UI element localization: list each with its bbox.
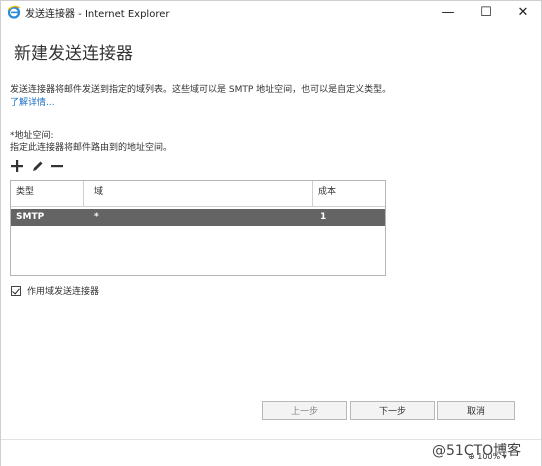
watermark: @51CTO博客: [432, 443, 522, 459]
edit-button[interactable]: [30, 159, 44, 173]
column-header-cost[interactable]: 成本: [313, 181, 385, 206]
window-title: 发送连接器 - Internet Explorer: [25, 9, 170, 20]
address-space-toolbar: [10, 157, 64, 175]
scoped-connector-label: 作用域发送连接器: [27, 287, 100, 297]
address-space-table: 类型 域 成本 SMTP * 1: [10, 180, 386, 276]
minimize-icon: —: [441, 4, 455, 20]
minimize-button[interactable]: —: [431, 1, 465, 23]
maximize-icon: ☐: [480, 4, 492, 20]
previous-button[interactable]: 上一步: [262, 401, 347, 420]
cell-domain: *: [94, 212, 99, 222]
page-title: 新建发送连接器: [14, 44, 133, 64]
remove-icon: [51, 165, 63, 168]
description: 发送连接器将邮件发送到指定的域列表。这些域可以是 SMTP 地址空间，也可以是自…: [10, 84, 395, 110]
remove-button[interactable]: [50, 159, 64, 173]
internet-explorer-icon: [7, 5, 21, 19]
cell-type: SMTP: [16, 212, 45, 222]
address-space-hint: 指定此连接器将邮件路由到的地址空间。: [10, 143, 173, 153]
cancel-button[interactable]: 取消: [437, 401, 515, 420]
title-bar: 发送连接器 - Internet Explorer — ☐ ✕: [1, 1, 541, 23]
edit-icon: [32, 161, 42, 171]
table-header: 类型 域 成本: [11, 181, 385, 207]
browser-window: 发送连接器 - Internet Explorer — ☐ ✕ 新建发送连接器 …: [0, 0, 542, 466]
table-row[interactable]: SMTP * 1: [11, 209, 385, 226]
close-button[interactable]: ✕: [506, 1, 540, 23]
scoped-connector-checkbox[interactable]: [11, 285, 21, 296]
description-text: 发送连接器将邮件发送到指定的域列表。这些域可以是 SMTP 地址空间，也可以是自…: [10, 85, 392, 95]
close-icon: ✕: [517, 4, 529, 20]
column-header-domain[interactable]: 域: [84, 181, 313, 206]
cell-cost: 1: [320, 212, 327, 222]
next-button[interactable]: 下一步: [350, 401, 435, 420]
add-button[interactable]: [10, 159, 24, 173]
learn-more-link[interactable]: 了解详情...: [10, 98, 55, 108]
scoped-connector-option: 作用域发送连接器: [11, 284, 99, 297]
column-header-type[interactable]: 类型: [11, 181, 84, 206]
add-icon: [11, 160, 23, 172]
maximize-button[interactable]: ☐: [469, 1, 503, 23]
